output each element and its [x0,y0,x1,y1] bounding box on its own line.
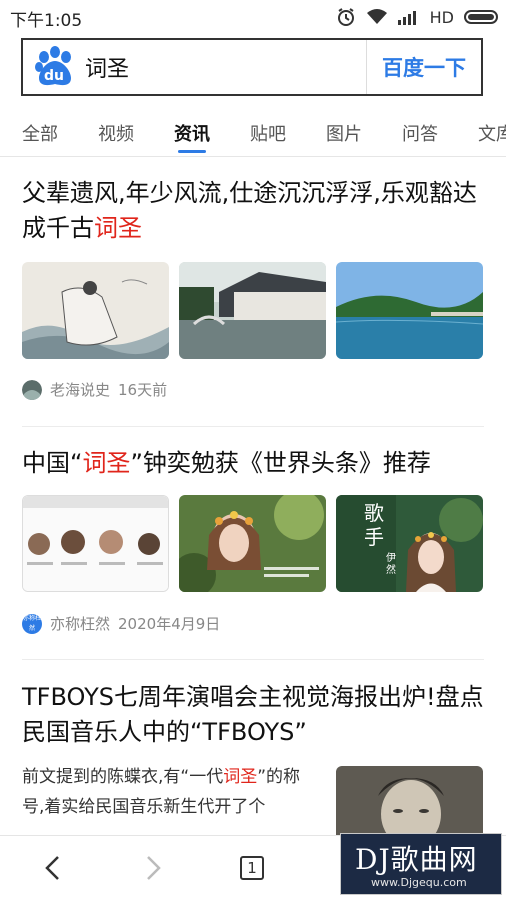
article-2-title[interactable]: 中国“词圣”钟奕勉获《世界头条》推荐 [22,446,488,481]
wifi-icon [366,9,387,24]
article-3-thumb[interactable] [336,766,483,836]
article-1-meta: 老海说史 16天前 [22,379,167,400]
article-3-snippet-text: 前文提到的陈蝶衣,有“一代 [22,767,224,787]
search-bar: du 词圣 百度一下 [21,38,483,96]
tabs-count: 1 [247,859,257,877]
article-2-thumb-2[interactable] [179,495,326,592]
article-2-thumb-3[interactable]: 歌手 伊然 [336,495,483,592]
article-1-thumb-3[interactable] [336,262,483,359]
divider [22,659,484,660]
search-button[interactable]: 百度一下 [366,40,481,94]
article-1-source[interactable]: 老海说史 [50,379,110,400]
forward-icon[interactable] [140,854,166,882]
source-avatar-2: 亦称枉然 [22,613,42,634]
tab-qa[interactable]: 问答 [402,120,438,146]
network-label: HD [429,7,454,27]
back-icon[interactable] [40,854,66,882]
article-1-title-text: 父辈遗风,年少风流,仕途沉沉浮浮,乐观豁达成千古 [22,179,477,242]
watermark-logo: DJ歌曲网 www.Djgequ.com [340,833,502,895]
source-avatar-2-text: 亦称枉然 [22,614,41,632]
tab-wenku[interactable]: 文库 [478,120,506,146]
tab-video[interactable]: 视频 [98,120,134,146]
battery-icon [464,10,498,24]
article-3-title[interactable]: TFBOYS七周年演唱会主视觉海报出炉!盘点民国音乐人中的“TFBOYS” [22,680,488,750]
article-3-snippet: 前文提到的陈蝶衣,有“一代词圣”的称号,着实给民国音乐新生代开了个 [22,762,322,822]
source-avatar-1 [22,379,42,400]
tabs-counter[interactable]: 1 [240,856,264,880]
article-2-time: 2020年4月9日 [118,615,221,633]
status-time: 下午1:05 [10,11,83,31]
alarm-icon [337,8,354,26]
article-1-thumb-2[interactable] [179,262,326,359]
baidu-logo-text: du [44,68,64,84]
article-2-source[interactable]: 亦称枉然 [50,613,110,634]
thumb-3-caption: 歌手 [364,501,384,549]
signal-icon [397,11,416,25]
thumb-3-subcaption: 伊然 [386,553,396,576]
baidu-paw-logo: du [33,45,77,89]
status-icons: HD [336,6,498,28]
search-input[interactable]: 词圣 [85,51,366,83]
article-2-title-text-2: ”钟奕勉获《世界头条》推荐 [130,449,431,477]
category-tabs: 全部 视频 资讯 贴吧 图片 问答 文库 [0,112,506,157]
tab-images[interactable]: 图片 [326,120,362,146]
tab-all[interactable]: 全部 [22,120,58,146]
tab-news[interactable]: 资讯 [174,120,210,153]
watermark-url: www.Djgequ.com [371,876,467,889]
article-1-title-keyword: 词圣 [94,214,142,242]
article-2-title-text: 中国“ [22,449,83,477]
article-2-meta: 亦称枉然 亦称枉然 2020年4月9日 [22,613,220,634]
article-3-snippet-keyword: 词圣 [223,767,258,787]
watermark-logo-text: DJ歌曲网 [355,843,478,876]
status-bar: 下午1:05 HD [0,0,506,34]
article-1-title[interactable]: 父辈遗风,年少风流,仕途沉沉浮浮,乐观豁达成千古词圣 [22,176,488,246]
article-2-title-keyword: 词圣 [82,449,131,477]
divider [22,426,484,427]
tab-tieba[interactable]: 贴吧 [250,120,286,146]
article-1-time: 16天前 [118,381,168,399]
article-1-thumb-1[interactable] [22,262,169,359]
article-2-thumb-1[interactable] [22,495,169,592]
